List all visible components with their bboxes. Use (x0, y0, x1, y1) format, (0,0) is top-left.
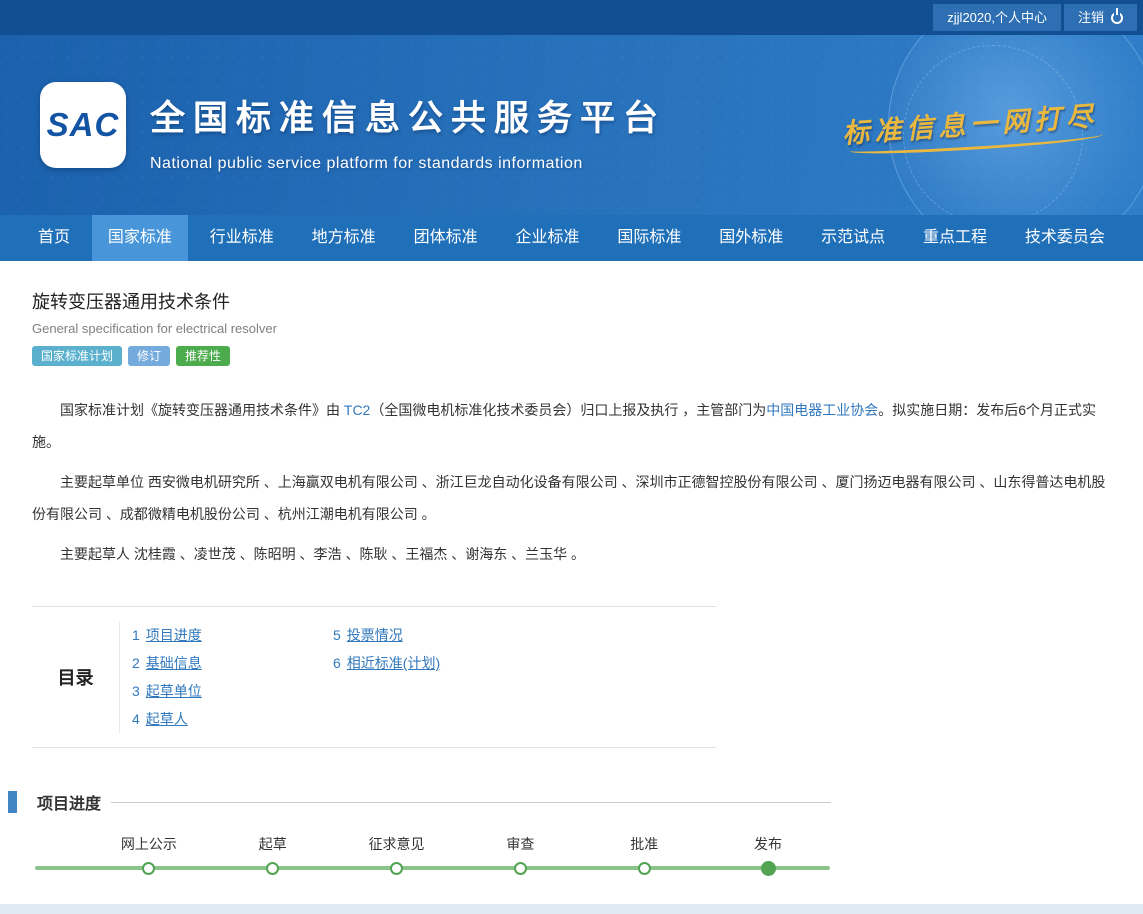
page: zjjl2020,个人中心 注销 SAC 全国标准信息公共服务平台 Nation… (0, 0, 1143, 914)
standard-subtitle-en: General specification for electrical res… (32, 321, 1119, 336)
section-title-progress: 项目进度 (37, 790, 101, 814)
toc-link-basic-info[interactable]: 基础信息 (146, 655, 202, 671)
main-nav: 首页 国家标准 行业标准 地方标准 团体标准 企业标准 国际标准 国外标准 示范… (0, 215, 1143, 261)
tag-national-standard-plan: 国家标准计划 (32, 346, 122, 366)
standard-title: 旋转变压器通用技术条件 (32, 261, 1119, 314)
timeline-stage-soliciting-opinions: 征求意见 (335, 834, 459, 886)
timeline-stage-label: 批准 (582, 834, 706, 854)
nav-item-foreign-standards[interactable]: 国外标准 (703, 215, 799, 261)
main-content: 旋转变压器通用技术条件 General specification for el… (0, 261, 1143, 914)
toc-num: 3 (132, 683, 140, 699)
timeline-stage-drafting: 起草 (211, 834, 335, 886)
nav-item-enterprise-standards[interactable]: 企业标准 (499, 215, 595, 261)
toc-item-drafters: 4 起草人 (132, 705, 333, 733)
power-icon (1111, 12, 1123, 24)
timeline-stage-label: 审查 (458, 834, 582, 854)
header-slogan: 标准信息一网打尽 (841, 94, 1099, 151)
site-title-block: 全国标准信息公共服务平台 National public service pla… (150, 90, 666, 173)
toc-item-progress: 1 项目进度 (132, 621, 333, 649)
timeline-stage-review: 审查 (458, 834, 582, 886)
toc-link-similar-standards[interactable]: 相近标准(计划) (347, 655, 440, 671)
nav-item-international-standards[interactable]: 国际标准 (601, 215, 697, 261)
site-header: SAC 全国标准信息公共服务平台 National public service… (0, 35, 1143, 215)
competent-department-link[interactable]: 中国电器工业协会 (766, 402, 878, 418)
nav-item-technical-committees[interactable]: 技术委员会 (1009, 215, 1121, 261)
timeline-stage-approval: 批准 (582, 834, 706, 886)
timeline-stage-public-notice: 网上公示 (87, 834, 211, 886)
topbar: zjjl2020,个人中心 注销 (0, 0, 1143, 35)
site-subtitle: National public service platform for sta… (150, 155, 666, 173)
tag-row: 国家标准计划 修订 推荐性 (32, 346, 1119, 366)
toc-column-2: 5 投票情况 6 相近标准(计划) (333, 621, 534, 733)
section-accent-bar (8, 791, 17, 813)
intro-paragraph: 国家标准计划《旋转变压器通用技术条件》由 TC2（全国微电机标准化技术委员会）归… (32, 394, 1119, 458)
toc-link-progress[interactable]: 项目进度 (146, 627, 202, 643)
toc-column-1: 1 项目进度 2 基础信息 3 起草单位 4 起草人 (132, 621, 333, 733)
footer-strip (0, 904, 1143, 914)
timeline-stage-label: 征求意见 (335, 834, 459, 854)
timeline-dot (390, 862, 403, 875)
toc-num: 1 (132, 627, 140, 643)
site-title: 全国标准信息公共服务平台 (150, 90, 666, 141)
toc-link-drafting-units[interactable]: 起草单位 (146, 683, 202, 699)
toc: 目录 1 项目进度 2 基础信息 3 起草单位 4 起草人 5 投票情况 6 相近标准(计划… (32, 606, 716, 748)
nav-item-local-standards[interactable]: 地方标准 (296, 215, 392, 261)
logout-label: 注销 (1078, 4, 1104, 31)
toc-item-similar-standards: 6 相近标准(计划) (333, 649, 534, 677)
timeline-dot (266, 862, 279, 875)
timeline-stage-publish: 发布 (706, 834, 830, 886)
progress-timeline: 网上公示 起草 征求意见 审查 批准 发布 (35, 834, 830, 886)
nav-item-national-standards[interactable]: 国家标准 (92, 215, 188, 261)
tag-revision: 修订 (128, 346, 170, 366)
nav-item-pilot-demonstration[interactable]: 示范试点 (805, 215, 901, 261)
sac-logo[interactable]: SAC (40, 82, 126, 168)
section-divider-line (111, 802, 831, 803)
timeline-dot (142, 862, 155, 875)
toc-link-drafters[interactable]: 起草人 (146, 711, 188, 727)
toc-link-voting[interactable]: 投票情况 (347, 627, 403, 643)
timeline-dot (514, 862, 527, 875)
toc-item-basic-info: 2 基础信息 (132, 649, 333, 677)
tc2-link[interactable]: TC2 (344, 402, 370, 418)
tag-recommended: 推荐性 (176, 346, 230, 366)
sac-logo-text: SAC (47, 106, 120, 144)
drafting-units-paragraph: 主要起草单位 西安微电机研究所 、上海赢双电机有限公司 、浙江巨龙自动化设备有限… (32, 466, 1119, 530)
nav-item-key-projects[interactable]: 重点工程 (907, 215, 1003, 261)
section-header-project-progress: 项目进度 (8, 790, 831, 814)
toc-num: 6 (333, 655, 341, 671)
logout-button[interactable]: 注销 (1064, 4, 1137, 31)
timeline-stage-label: 网上公示 (87, 834, 211, 854)
toc-title: 目录 (32, 621, 120, 733)
timeline-dot-current (761, 861, 776, 876)
timeline-stage-label: 发布 (706, 834, 830, 854)
drafters-paragraph: 主要起草人 沈桂霞 、凌世茂 、陈昭明 、李浩 、陈耿 、王福杰 、谢海东 、兰… (32, 538, 1119, 570)
timeline-dot (638, 862, 651, 875)
toc-item-drafting-units: 3 起草单位 (132, 677, 333, 705)
toc-num: 2 (132, 655, 140, 671)
timeline-stage-label: 起草 (211, 834, 335, 854)
nav-item-home[interactable]: 首页 (22, 215, 86, 261)
toc-item-voting: 5 投票情况 (333, 621, 534, 649)
nav-item-group-standards[interactable]: 团体标准 (398, 215, 494, 261)
toc-num: 4 (132, 711, 140, 727)
intro-text-2: （全国微电机标准化技术委员会）归口上报及执行 ，主管部门为 (370, 402, 766, 418)
user-center-button[interactable]: zjjl2020,个人中心 (933, 4, 1061, 31)
nav-item-industry-standards[interactable]: 行业标准 (194, 215, 290, 261)
toc-links: 1 项目进度 2 基础信息 3 起草单位 4 起草人 5 投票情况 6 相近标准(计划) (120, 621, 716, 733)
toc-num: 5 (333, 627, 341, 643)
intro-text-1: 国家标准计划《旋转变压器通用技术条件》由 (60, 402, 344, 418)
